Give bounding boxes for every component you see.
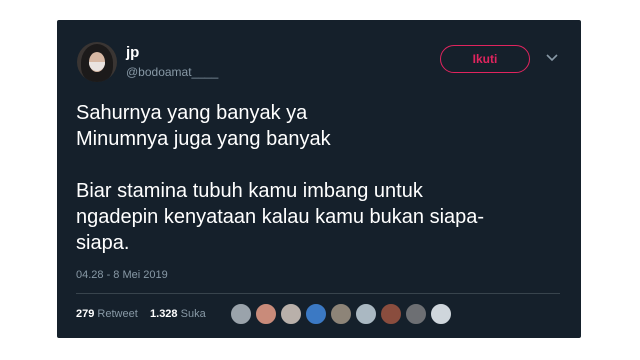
liker-avatar[interactable] <box>230 303 252 325</box>
retweet-count[interactable]: 279 <box>76 308 94 320</box>
user-handle[interactable]: @bodoamat____ <box>126 65 218 79</box>
user-name[interactable]: jp <box>126 44 139 61</box>
tweet-line: Sahurnya yang banyak ya <box>76 102 308 124</box>
liker-avatar[interactable] <box>380 303 402 325</box>
tweet-line: siapa. <box>76 232 130 254</box>
retweet-label[interactable]: Retweet <box>97 308 137 320</box>
follow-button[interactable]: Ikuti <box>440 45 530 73</box>
like-count[interactable]: 1.328 <box>150 308 178 320</box>
like-label[interactable]: Suka <box>181 308 206 320</box>
divider <box>76 293 560 294</box>
chevron-down-icon[interactable] <box>546 54 558 62</box>
liker-avatar[interactable] <box>355 303 377 325</box>
liker-avatar[interactable] <box>430 303 452 325</box>
tweet-line: Minumnya juga yang banyak <box>76 128 331 150</box>
tweet-text: Sahurnya yang banyak ya Minumnya juga ya… <box>76 100 571 256</box>
liker-avatar[interactable] <box>405 303 427 325</box>
liker-avatar[interactable] <box>255 303 277 325</box>
tweet-timestamp[interactable]: 04.28 - 8 Mei 2019 <box>76 269 168 281</box>
tweet-stats: 279 Retweet 1.328 Suka <box>76 308 206 320</box>
tweet-line: ngadepin kenyataan kalau kamu bukan siap… <box>76 206 485 228</box>
liker-avatar[interactable] <box>330 303 352 325</box>
tweet-card: jp @bodoamat____ Ikuti Sahurnya yang ban… <box>57 20 581 338</box>
liker-avatar[interactable] <box>305 303 327 325</box>
tweet-line: Biar stamina tubuh kamu imbang untuk <box>76 180 423 202</box>
avatar[interactable] <box>77 42 117 82</box>
liker-avatar[interactable] <box>280 303 302 325</box>
